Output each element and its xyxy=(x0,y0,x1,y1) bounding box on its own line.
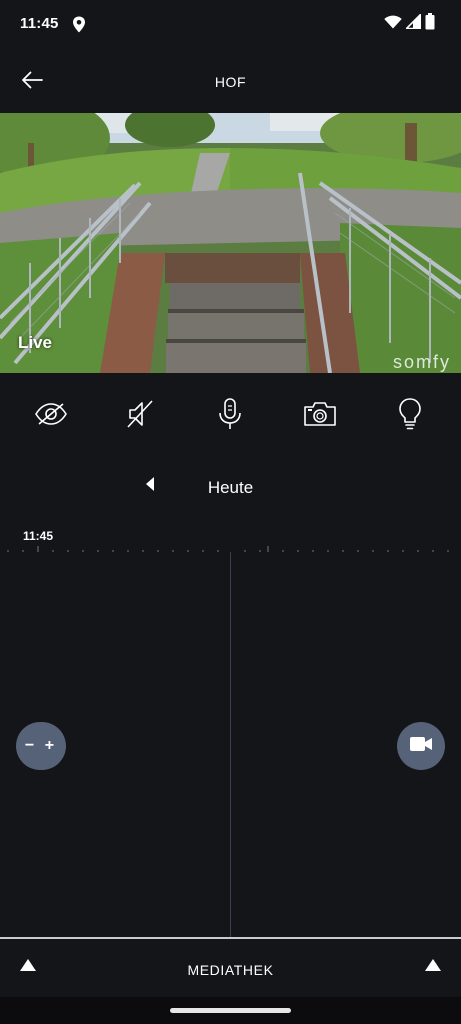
video-camera-icon xyxy=(410,736,432,756)
home-indicator[interactable] xyxy=(170,1008,291,1013)
mediathek-button[interactable]: MEDIATHEK xyxy=(0,962,461,978)
camera-scene xyxy=(0,113,461,373)
mediathek-bar: MEDIATHEK xyxy=(0,939,461,997)
light-button[interactable] xyxy=(388,394,432,438)
system-navigation xyxy=(0,997,461,1024)
privacy-button[interactable] xyxy=(29,394,73,438)
expand-right-button[interactable] xyxy=(421,955,445,979)
lightbulb-icon xyxy=(398,397,422,435)
wifi-icon xyxy=(384,15,402,34)
timeline-time-label: 11:45 xyxy=(23,529,54,543)
status-icons xyxy=(384,12,435,35)
app-bar: HOF xyxy=(0,50,461,113)
mute-button[interactable] xyxy=(119,394,163,438)
live-label: Live xyxy=(18,333,53,352)
status-bar: 11:45 xyxy=(0,0,461,50)
microphone-icon xyxy=(218,397,242,435)
location-icon xyxy=(72,16,86,33)
brand-watermark: somfy xyxy=(392,352,451,372)
camera-controls xyxy=(0,373,461,459)
day-label: Heute xyxy=(207,478,254,497)
page-title: HOF xyxy=(214,74,247,90)
speaker-muted-icon xyxy=(126,399,156,434)
battery-icon xyxy=(425,13,435,35)
eye-slash-icon xyxy=(34,402,68,431)
day-navigation: Heute xyxy=(0,470,461,504)
snapshot-button[interactable] xyxy=(298,394,342,438)
signal-icon xyxy=(404,12,422,34)
triangle-up-icon xyxy=(424,958,442,977)
camera-icon xyxy=(303,401,337,432)
timeline-area[interactable] xyxy=(0,552,461,938)
timeline-playhead xyxy=(230,552,231,938)
status-time: 11:45 xyxy=(20,15,59,32)
live-video-view[interactable]: Live somfy xyxy=(0,113,461,373)
microphone-button[interactable] xyxy=(208,394,252,438)
record-button[interactable] xyxy=(397,722,445,770)
zoom-button[interactable]: − + xyxy=(16,722,66,770)
